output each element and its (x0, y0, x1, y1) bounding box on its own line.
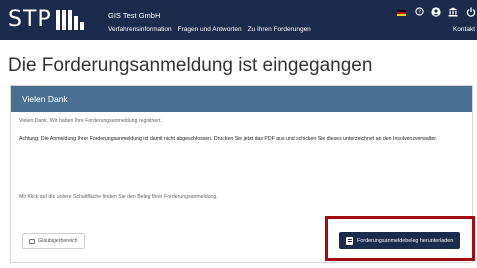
warning-message: Achtung: Die Anmeldung Ihrer Forderungsa… (19, 136, 438, 142)
kontakt-link[interactable]: Kontakt (453, 26, 475, 33)
nav-verfahrensinformation[interactable]: Verfahrensinformation (108, 26, 172, 33)
folder-icon (29, 238, 35, 244)
confirmation-card: Vielen Dank Vielen Dank. Wir haben Ihre … (10, 85, 473, 263)
glaeubigerbereich-label: Gläubigerbereich (38, 238, 78, 244)
main-nav: Verfahrensinformation Fragen und Antwort… (108, 26, 311, 33)
company-name: GIS Test GmbH (108, 11, 161, 20)
glaeubigerbereich-button[interactable]: Gläubigerbereich (22, 233, 85, 249)
help-circle-icon[interactable]: ? (414, 7, 424, 17)
logo-bars-icon (55, 10, 86, 30)
card-header: Vielen Dank (11, 86, 472, 112)
page-title: Die Forderungsanmeldung ist eingegangen (8, 55, 373, 76)
nav-zu-ihren-forderungen[interactable]: Zu Ihren Forderungen (248, 26, 311, 33)
germany-flag-icon[interactable] (397, 10, 406, 16)
nav-fragen-und-antworten[interactable]: Fragen und Antworten (178, 26, 242, 33)
user-icon[interactable] (431, 7, 441, 17)
bank-icon[interactable] (448, 7, 458, 17)
document-icon (346, 236, 353, 245)
logo-text: STP (8, 7, 52, 32)
registered-message: Vielen Dank. Wir haben Ihre Forderungsan… (19, 118, 162, 124)
top-navbar: STP GIS Test GmbH Verfahrensinformation … (0, 0, 477, 40)
download-receipt-button[interactable]: Forderungsanmeldebeleg herunterladen (339, 232, 461, 249)
power-icon[interactable] (466, 7, 476, 17)
header-actions: ? Kontakt (367, 0, 477, 40)
download-receipt-label: Forderungsanmeldebeleg herunterladen (357, 237, 454, 244)
svg-text:?: ? (418, 10, 421, 16)
stp-logo[interactable]: STP (8, 8, 86, 32)
download-hint: Mit Klick auf die untere Schaltfläche fi… (19, 194, 218, 200)
